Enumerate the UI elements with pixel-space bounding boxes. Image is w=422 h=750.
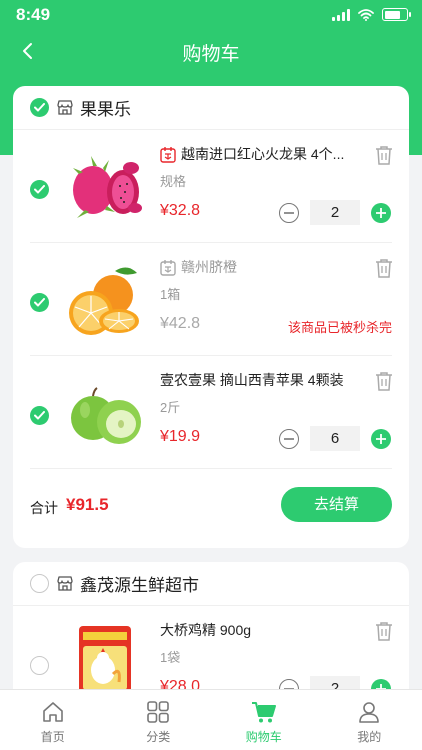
store-header: 果果乐 (13, 86, 409, 130)
item-spec: 2斤 (160, 400, 181, 415)
quantity-stepper: 6 (279, 426, 391, 451)
item-price: ¥32.8 (160, 202, 201, 219)
status-bar: 8:49 (0, 0, 422, 30)
item-spec: 1袋 (160, 650, 181, 665)
item-spec: 规格 (160, 174, 187, 189)
tab-label: 分类 (146, 730, 171, 744)
tab-label: 首页 (40, 730, 65, 744)
checkmark-icon (34, 298, 45, 307)
seckill-tag-icon (160, 259, 176, 276)
store-header: 鑫茂源生鲜超市 (13, 562, 409, 606)
delete-trash-icon[interactable] (375, 145, 393, 165)
store-footer: 合计 ¥91.5 去结算 (13, 470, 409, 548)
store-name: 果果乐 (80, 100, 131, 119)
item-title-row: 越南进口红心火龙果 4个... (160, 144, 367, 164)
tab-profile[interactable]: 我的 (317, 690, 422, 750)
tab-home[interactable]: 首页 (0, 690, 106, 750)
status-icons (332, 8, 411, 21)
checkmark-icon (34, 411, 45, 420)
cart-icon (251, 699, 277, 725)
minus-icon (284, 437, 294, 440)
divider (30, 468, 392, 469)
item-name[interactable]: 壹农壹果 摘山西青苹果 4颗装 (160, 370, 344, 390)
store-icon (57, 576, 73, 592)
increase-button[interactable] (371, 202, 391, 223)
item-name[interactable]: 越南进口红心火龙果 4个... (181, 144, 344, 164)
seckill-tag-icon (160, 146, 176, 163)
orange-image[interactable] (63, 259, 147, 343)
item-spec: 1箱 (160, 287, 181, 302)
nav-bar: 购物车 (0, 30, 422, 72)
decrease-button[interactable] (279, 428, 299, 449)
tab-cart[interactable]: 购物车 (211, 690, 317, 750)
checkout-button[interactable]: 去结算 (281, 487, 392, 522)
bottom-tab-bar: 首页 分类 购物车 我的 (0, 689, 422, 750)
item-price: ¥19.9 (160, 428, 201, 445)
tab-category[interactable]: 分类 (106, 690, 212, 750)
cart-item: 赣州脐橙 1箱 ¥42.8 该商品已被秒杀完 (13, 243, 409, 356)
delete-trash-icon[interactable] (375, 371, 393, 391)
item-select-checkbox[interactable] (30, 406, 49, 425)
green-apple-image[interactable] (63, 372, 147, 456)
quantity-value[interactable]: 2 (310, 200, 360, 225)
store-icon (57, 100, 73, 116)
total-amount: ¥91.5 (66, 495, 109, 514)
plus-icon (376, 433, 386, 444)
delete-trash-icon[interactable] (375, 621, 393, 641)
cart-item: 壹农壹果 摘山西青苹果 4颗装 2斤 ¥19.9 6 (13, 356, 409, 469)
tab-label: 我的 (357, 730, 382, 744)
item-select-checkbox[interactable] (30, 656, 49, 675)
wifi-icon (358, 8, 374, 21)
item-price: ¥42.8 (160, 315, 201, 332)
item-title-row: 大桥鸡精 900g (160, 620, 367, 640)
sold-out-notice: 该商品已被秒杀完 (287, 320, 392, 335)
minus-icon (284, 211, 294, 214)
category-grid-icon (145, 699, 171, 725)
dragon-fruit-image[interactable] (63, 146, 147, 230)
store-name: 鑫茂源生鲜超市 (80, 576, 199, 595)
page-title: 购物车 (182, 44, 240, 65)
item-name[interactable]: 大桥鸡精 900g (160, 620, 251, 640)
status-time: 8:49 (16, 5, 51, 24)
total-label: 合计 (30, 500, 58, 516)
plus-icon (376, 207, 386, 218)
battery-level (384, 10, 401, 19)
checkmark-icon (34, 185, 45, 194)
store-select-checkbox[interactable] (30, 98, 49, 117)
user-icon (356, 699, 382, 725)
item-name[interactable]: 赣州脐橙 (181, 257, 237, 277)
item-title-row: 壹农壹果 摘山西青苹果 4颗装 (160, 370, 367, 390)
cart-item: 越南进口红心火龙果 4个... 规格 ¥32.8 2 (13, 130, 409, 243)
increase-button[interactable] (371, 428, 391, 449)
cellular-signal-icon (332, 8, 350, 21)
store-card: 果果乐 越南进口红心火龙果 4个... 规格 ¥32.8 2 赣州脐橙 1箱 ¥… (13, 86, 409, 548)
home-icon (40, 699, 66, 725)
checkmark-icon (34, 103, 45, 112)
battery-icon (382, 8, 411, 21)
tab-label: 购物车 (245, 730, 282, 744)
delete-trash-icon[interactable] (375, 258, 393, 278)
decrease-button[interactable] (279, 202, 299, 223)
item-select-checkbox[interactable] (30, 293, 49, 312)
quantity-value[interactable]: 6 (310, 426, 360, 451)
quantity-stepper: 2 (279, 200, 391, 225)
store-select-checkbox[interactable] (30, 574, 49, 593)
item-title-row: 赣州脐橙 (160, 257, 367, 277)
item-select-checkbox[interactable] (30, 180, 49, 199)
